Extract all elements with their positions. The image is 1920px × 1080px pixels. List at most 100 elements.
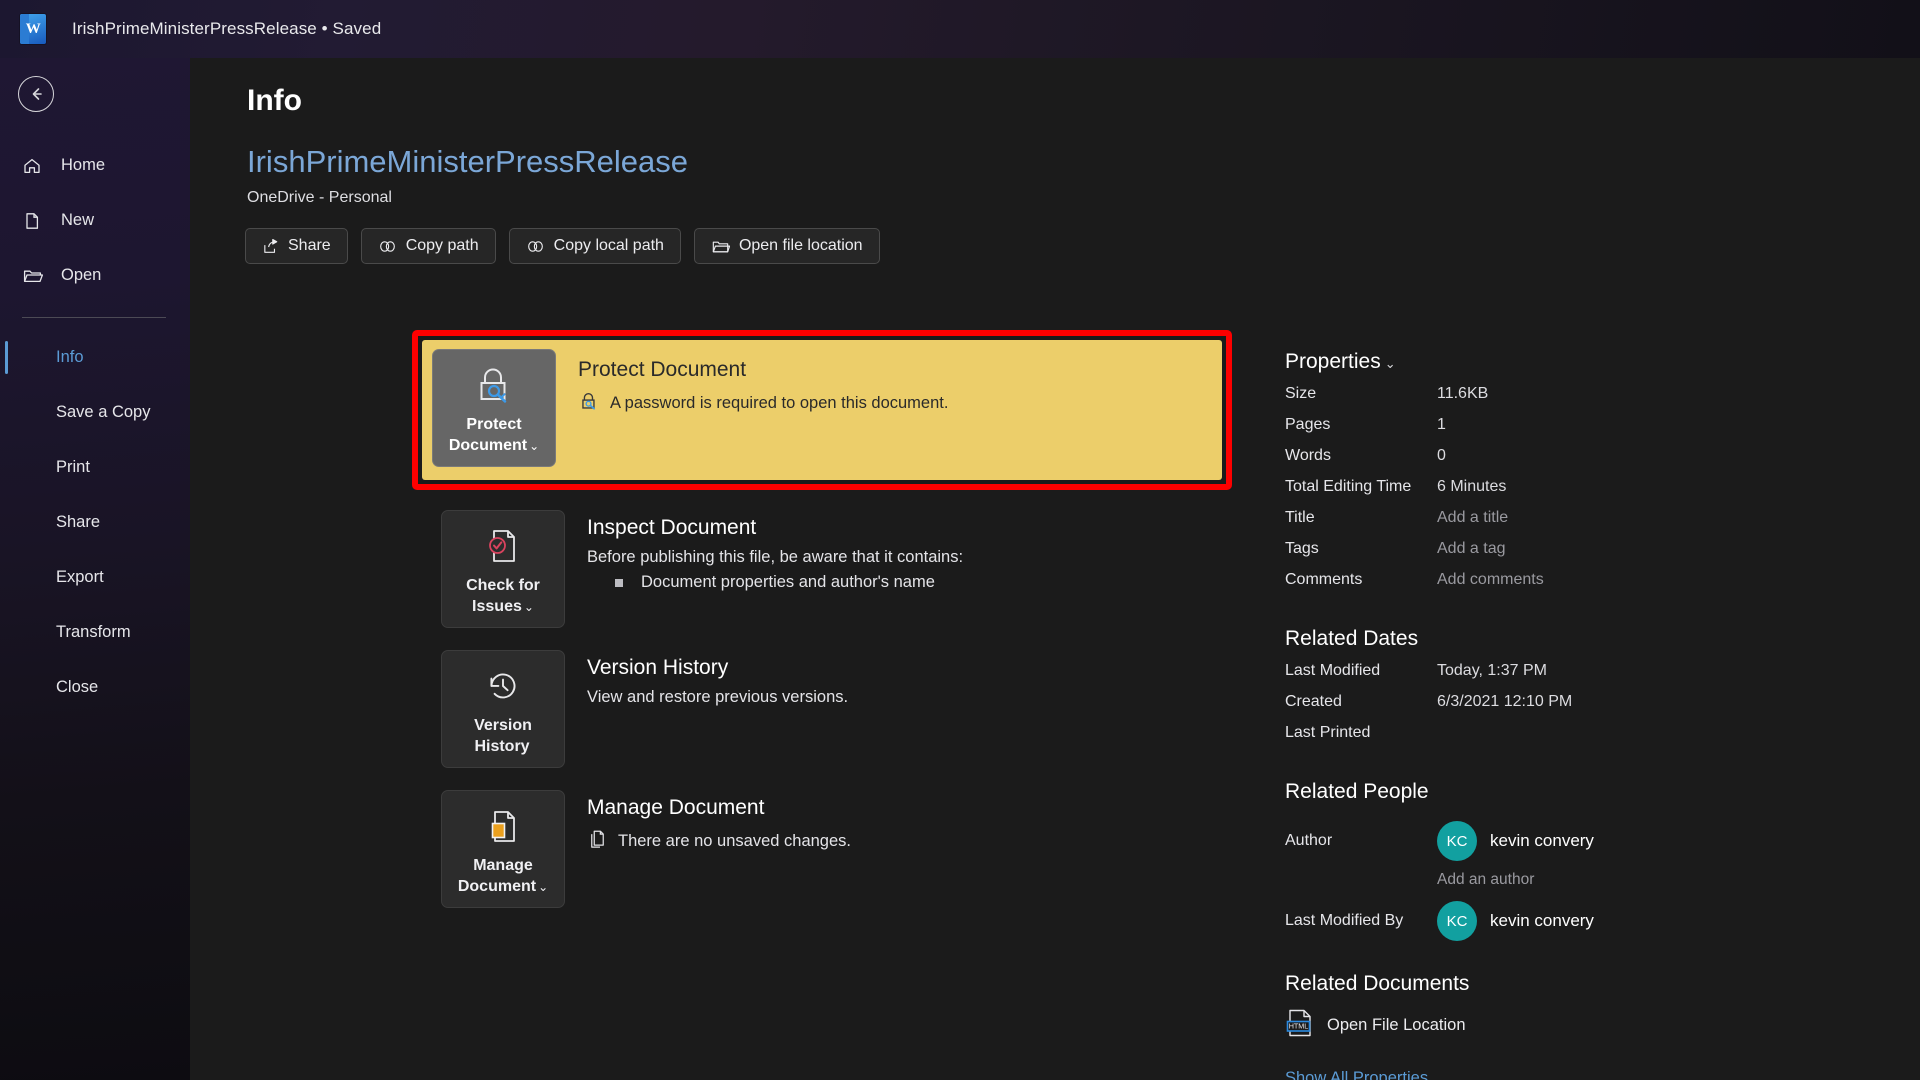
inspect-document-title: Inspect Document	[587, 516, 757, 539]
protect-document-title: Protect Document	[578, 358, 747, 381]
open-file-location-link[interactable]: HTML Open File Location	[1285, 1007, 1845, 1044]
button-label-line2: Issues	[472, 598, 522, 615]
link-icon	[378, 238, 397, 255]
sidebar-item-new[interactable]: New	[0, 193, 190, 248]
version-history-button[interactable]: Version History	[441, 650, 565, 768]
document-location: OneDrive - Personal	[247, 189, 392, 206]
word-backstage-window: W IrishPrimeMinisterPressRelease • Saved…	[0, 0, 1920, 1080]
bullet-square-icon	[615, 578, 623, 587]
back-button[interactable]	[18, 76, 54, 112]
sidebar-item-label: Open	[61, 266, 102, 284]
sidebar-item-transform[interactable]: Transform	[0, 605, 190, 660]
property-value: 6 Minutes	[1437, 478, 1507, 495]
sidebar-item-label: Close	[56, 678, 99, 696]
sidebar-item-open[interactable]: Open	[0, 248, 190, 303]
add-an-author-field[interactable]: Add an author	[1437, 867, 1845, 895]
property-value[interactable]: Add comments	[1437, 571, 1544, 589]
properties-heading-label: Properties	[1285, 350, 1381, 373]
related-people-heading: Related People	[1285, 780, 1429, 803]
sidebar-item-label: Info	[56, 348, 84, 366]
sidebar-item-save-a-copy[interactable]: Save a Copy	[0, 385, 190, 440]
word-app-icon: W	[20, 14, 46, 44]
version-history-status: View and restore previous versions.	[587, 688, 849, 706]
property-key: Words	[1285, 447, 1331, 464]
open-file-location-label: Open File Location	[1327, 1016, 1466, 1034]
button-label-line2: Document	[457, 878, 537, 895]
person-name[interactable]: kevin convery	[1490, 911, 1594, 931]
property-key: Comments	[1285, 571, 1363, 588]
copy-local-path-button[interactable]: Copy local path	[508, 228, 681, 264]
manage-document-status-text: There are no unsaved changes.	[618, 831, 851, 850]
chevron-down-icon: ⌄	[1384, 356, 1396, 371]
property-value[interactable]: Add a tag	[1437, 540, 1506, 558]
html-file-icon: HTML	[1285, 1007, 1315, 1044]
property-row-title: Title Add a title	[1285, 509, 1845, 540]
chevron-down-icon: ⌄	[523, 600, 534, 614]
properties-heading[interactable]: Properties ⌄	[1285, 350, 1845, 374]
sidebar-item-label: New	[61, 211, 95, 229]
related-person-last-modified-by: Last Modified By KC kevin convery	[1285, 895, 1845, 947]
protect-document-highlight: Protect Document ⌄ Protect Document A pa…	[412, 330, 1232, 490]
protect-document-card: Protect Document ⌄ Protect Document A pa…	[422, 340, 1222, 480]
version-history-title: Version History	[587, 656, 729, 679]
manage-document-button[interactable]: Manage Document ⌄	[441, 790, 565, 908]
property-row-words: Words 0	[1285, 447, 1845, 478]
protect-document-status: A password is required to open this docu…	[578, 390, 948, 417]
history-clock-icon	[480, 660, 526, 712]
sidebar-item-close[interactable]: Close	[0, 660, 190, 715]
inspect-document-section: Check for Issues ⌄ Inspect Document Befor…	[190, 510, 1090, 628]
list-item: Document properties and author's name	[615, 573, 963, 592]
show-all-properties-link[interactable]: Show All Properties	[1285, 1069, 1845, 1080]
sidebar-item-info[interactable]: Info	[0, 330, 190, 385]
property-key: Total Editing Time	[1285, 478, 1412, 495]
info-pane: Info IrishPrimeMinisterPressRelease OneD…	[190, 58, 1920, 1080]
sidebar-item-share[interactable]: Share	[0, 495, 190, 550]
property-value: 11.6KB	[1437, 385, 1489, 402]
bullet-label: Document properties and author's name	[641, 573, 935, 591]
button-label-line2: Document	[448, 437, 528, 454]
sidebar-item-print[interactable]: Print	[0, 440, 190, 495]
check-for-issues-button[interactable]: Check for Issues ⌄	[441, 510, 565, 628]
property-key: Size	[1285, 385, 1317, 402]
property-value[interactable]: Add a title	[1437, 509, 1508, 527]
home-icon	[22, 156, 48, 176]
page-title: Info	[247, 84, 302, 117]
manage-document-title: Manage Document	[587, 796, 765, 819]
properties-panel: Properties ⌄ Size 11.6KB Pages 1 Words 0 …	[1285, 350, 1845, 1080]
copy-path-button[interactable]: Copy path	[360, 228, 496, 264]
document-name[interactable]: IrishPrimeMinisterPressRelease	[247, 144, 688, 180]
unsaved-changes-icon	[587, 828, 608, 854]
property-key: Title	[1285, 509, 1315, 526]
property-key: Pages	[1285, 416, 1331, 433]
share-button[interactable]: Share	[245, 228, 348, 264]
related-person-author: Author KC kevin convery	[1285, 815, 1845, 867]
lock-key-small-icon	[578, 390, 600, 417]
button-label: Copy path	[405, 237, 479, 254]
related-date-row-last-printed: Last Printed	[1285, 724, 1845, 755]
property-row-tags: Tags Add a tag	[1285, 540, 1845, 571]
property-key: Last Modified	[1285, 662, 1381, 679]
info-sections: Check for Issues ⌄ Inspect Document Befor…	[190, 510, 1090, 930]
protect-document-button[interactable]: Protect Document ⌄	[432, 349, 556, 467]
person-name[interactable]: kevin convery	[1490, 831, 1594, 851]
open-file-location-button[interactable]: Open file location	[693, 228, 880, 264]
property-value: 6/3/2021 12:10 PM	[1437, 693, 1573, 710]
sidebar-item-label: Save a Copy	[56, 403, 151, 421]
sidebar-item-label: Transform	[56, 623, 131, 641]
button-label: Open file location	[738, 237, 863, 254]
button-label-line1: Version	[474, 717, 532, 734]
svg-text:HTML: HTML	[1289, 1022, 1309, 1031]
property-row-comments: Comments Add comments	[1285, 571, 1845, 602]
sidebar-item-export[interactable]: Export	[0, 550, 190, 605]
related-dates-heading: Related Dates	[1285, 627, 1419, 650]
folder-icon	[22, 266, 48, 286]
property-key: Last Modified By	[1285, 912, 1404, 929]
backstage-sidebar: Home New Open Info Save a Copy Print Sha…	[0, 58, 190, 1080]
manage-document-icon	[480, 800, 526, 852]
button-label-line1: Protect	[466, 416, 522, 433]
sidebar-divider	[22, 317, 166, 318]
title-bar: W IrishPrimeMinisterPressRelease • Saved	[0, 0, 1920, 58]
sidebar-item-label: Home	[61, 156, 106, 174]
sidebar-item-home[interactable]: Home	[0, 138, 190, 193]
property-value: Today, 1:37 PM	[1437, 662, 1547, 679]
